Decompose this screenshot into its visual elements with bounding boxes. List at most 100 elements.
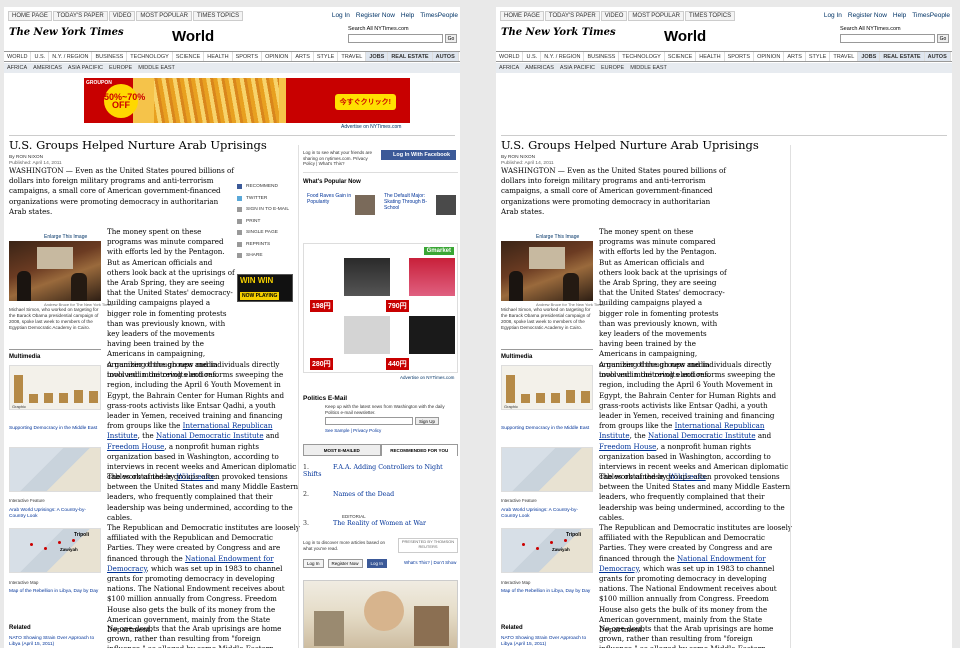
cartoon-image[interactable]: [303, 580, 458, 648]
multimedia-map-thumb[interactable]: Tripoli Zawiyah: [9, 528, 101, 573]
side-ad[interactable]: Gmarket 198円 790円 280円 440円: [303, 243, 458, 373]
related-link[interactable]: NATO Showing Strain Over Approach to Lib…: [9, 636, 101, 648]
nav-jobs[interactable]: JOBS: [366, 52, 389, 61]
popular-item[interactable]: The Default Major: Skating Through B-Sch…: [384, 193, 429, 211]
subnav-middle-east[interactable]: MIDDLE EAST: [135, 63, 178, 73]
nav-real-estate[interactable]: REAL ESTATE: [388, 52, 433, 61]
register-link[interactable]: Register Now: [848, 12, 887, 19]
tools-ad[interactable]: WIN WIN NOW PLAYING: [237, 274, 293, 302]
multimedia-link[interactable]: Map of the Rebellion in Libya, Day by Da…: [9, 589, 101, 595]
nyt-logo[interactable]: The New York Times: [501, 27, 616, 38]
tool-email[interactable]: SIGN IN TO E-MAIL: [237, 204, 297, 216]
tab-recommended[interactable]: RECOMMENDED FOR YOU: [380, 444, 458, 456]
multimedia-link[interactable]: Supporting Democracy in the Middle East: [501, 426, 593, 432]
tool-share[interactable]: SHARE: [237, 250, 297, 262]
top-nav-times-topics[interactable]: TIMES TOPICS: [684, 11, 736, 21]
facebook-login-button[interactable]: Log In With Facebook: [381, 150, 456, 160]
nav-autos[interactable]: AUTOS: [924, 52, 951, 61]
top-nav-times-topics[interactable]: TIMES TOPICS: [192, 11, 244, 21]
nav-ny-region[interactable]: N.Y. / REGION: [49, 52, 93, 61]
timespeople-link[interactable]: TimesPeople: [912, 12, 950, 19]
most-item[interactable]: 1. F.A.A. Adding Controllers to Night Shi…: [303, 464, 460, 478]
link-national-democratic-institute[interactable]: National Democratic Institute: [156, 431, 264, 440]
register-link[interactable]: Register Now: [356, 12, 395, 19]
login-link[interactable]: Log In: [824, 12, 842, 19]
nav-business[interactable]: BUSINESS: [92, 52, 128, 61]
enlarge-image-link[interactable]: Enlarge This Image: [536, 234, 579, 240]
top-nav-most-popular[interactable]: MOST POPULAR: [628, 11, 684, 21]
subnav-europe[interactable]: EUROPE: [598, 63, 627, 73]
timespeople-link[interactable]: TimesPeople: [420, 12, 458, 19]
popular-item[interactable]: Food Raves Gain in Popularity: [307, 193, 352, 205]
link-freedom-house[interactable]: Freedom House: [599, 442, 656, 451]
top-nav-home[interactable]: HOME PAGE: [500, 11, 544, 21]
email-field[interactable]: [325, 417, 413, 425]
top-nav-todays-paper[interactable]: TODAY'S PAPER: [52, 11, 108, 21]
multimedia-feature-thumb[interactable]: [9, 447, 101, 492]
nav-technology[interactable]: TECHNOLOGY: [619, 52, 665, 61]
nyt-logo[interactable]: The New York Times: [9, 27, 124, 38]
nav-style[interactable]: STYLE: [314, 52, 339, 61]
enlarge-image-link[interactable]: Enlarge This Image: [44, 234, 87, 240]
byline[interactable]: By RON NIXON: [501, 155, 535, 160]
whats-this-link[interactable]: What's This? | Don't Show: [404, 560, 456, 565]
login-button[interactable]: Log In: [303, 559, 324, 568]
search-go-button[interactable]: Go: [445, 34, 457, 43]
subnav-americas[interactable]: AMERICAS: [30, 63, 65, 73]
subnav-europe[interactable]: EUROPE: [106, 63, 135, 73]
tool-single-page[interactable]: SINGLE PAGE: [237, 227, 297, 239]
nav-arts[interactable]: ARTS: [292, 52, 314, 61]
article-photo[interactable]: [9, 241, 101, 301]
nav-science[interactable]: SCIENCE: [173, 52, 205, 61]
nav-ny-region[interactable]: N.Y. / REGION: [541, 52, 585, 61]
most-item-title[interactable]: Names of the Dead: [333, 491, 394, 498]
subnav-middle-east[interactable]: MIDDLE EAST: [627, 63, 670, 73]
nav-autos[interactable]: AUTOS: [432, 52, 459, 61]
tool-recommend[interactable]: RECOMMEND: [237, 181, 297, 193]
email-links[interactable]: See Sample | Privacy Policy: [325, 428, 381, 433]
nav-us[interactable]: U.S.: [523, 52, 542, 61]
tab-most-emailed[interactable]: MOST E-MAILED: [303, 444, 381, 456]
banner-ad[interactable]: GROUPON 50%~70% OFF 今すぐクリック!: [84, 78, 410, 123]
nav-opinion[interactable]: OPINION: [262, 52, 293, 61]
link-freedom-house[interactable]: Freedom House: [107, 442, 164, 451]
byline[interactable]: By RON NIXON: [9, 155, 43, 160]
search-input[interactable]: [840, 34, 935, 43]
top-nav-most-popular[interactable]: MOST POPULAR: [136, 11, 192, 21]
subnav-africa[interactable]: AFRICA: [496, 63, 522, 73]
banner-ad-cta[interactable]: 今すぐクリック!: [334, 94, 396, 110]
nav-jobs[interactable]: JOBS: [858, 52, 881, 61]
nav-health[interactable]: HEALTH: [204, 52, 233, 61]
top-nav-home[interactable]: HOME PAGE: [8, 11, 52, 21]
subnav-americas[interactable]: AMERICAS: [522, 63, 557, 73]
multimedia-link[interactable]: Arab World Uprisings: A Country-by-Count…: [501, 508, 593, 520]
help-link[interactable]: Help: [893, 12, 906, 19]
subnav-asia-pacific[interactable]: ASIA PACIFIC: [557, 63, 598, 73]
search-input[interactable]: [348, 34, 443, 43]
tool-reprints[interactable]: REPRINTS: [237, 239, 297, 251]
nav-technology[interactable]: TECHNOLOGY: [127, 52, 173, 61]
related-link[interactable]: NATO Showing Strain Over Approach to Lib…: [501, 636, 593, 648]
side-ad-label[interactable]: Advertise on NYTimes.com: [400, 375, 454, 380]
multimedia-feature-thumb[interactable]: [501, 447, 593, 492]
facebook-login-small[interactable]: Log In: [366, 559, 388, 568]
login-link[interactable]: Log In: [332, 12, 350, 19]
nav-travel[interactable]: TRAVEL: [830, 52, 859, 61]
multimedia-link[interactable]: Map of the Rebellion in Libya, Day by Da…: [501, 589, 593, 595]
article-photo[interactable]: [501, 241, 593, 301]
nav-science[interactable]: SCIENCE: [665, 52, 697, 61]
tool-print[interactable]: PRINT: [237, 216, 297, 228]
register-button[interactable]: Register Now: [327, 559, 363, 568]
subnav-asia-pacific[interactable]: ASIA PACIFIC: [65, 63, 106, 73]
most-item[interactable]: 3. The Reality of Women at War: [303, 520, 426, 527]
nav-us[interactable]: U.S.: [31, 52, 50, 61]
top-nav-video[interactable]: VIDEO: [600, 11, 628, 21]
nav-opinion[interactable]: OPINION: [754, 52, 785, 61]
link-national-democratic-institute[interactable]: National Democratic Institute: [648, 431, 756, 440]
nav-business[interactable]: BUSINESS: [584, 52, 620, 61]
multimedia-link[interactable]: Arab World Uprisings: A Country-by-Count…: [9, 508, 101, 520]
banner-ad-label[interactable]: Advertise on NYTimes.com: [341, 124, 401, 130]
popular-thumb[interactable]: [355, 195, 375, 215]
help-link[interactable]: Help: [401, 12, 414, 19]
nav-arts[interactable]: ARTS: [784, 52, 806, 61]
